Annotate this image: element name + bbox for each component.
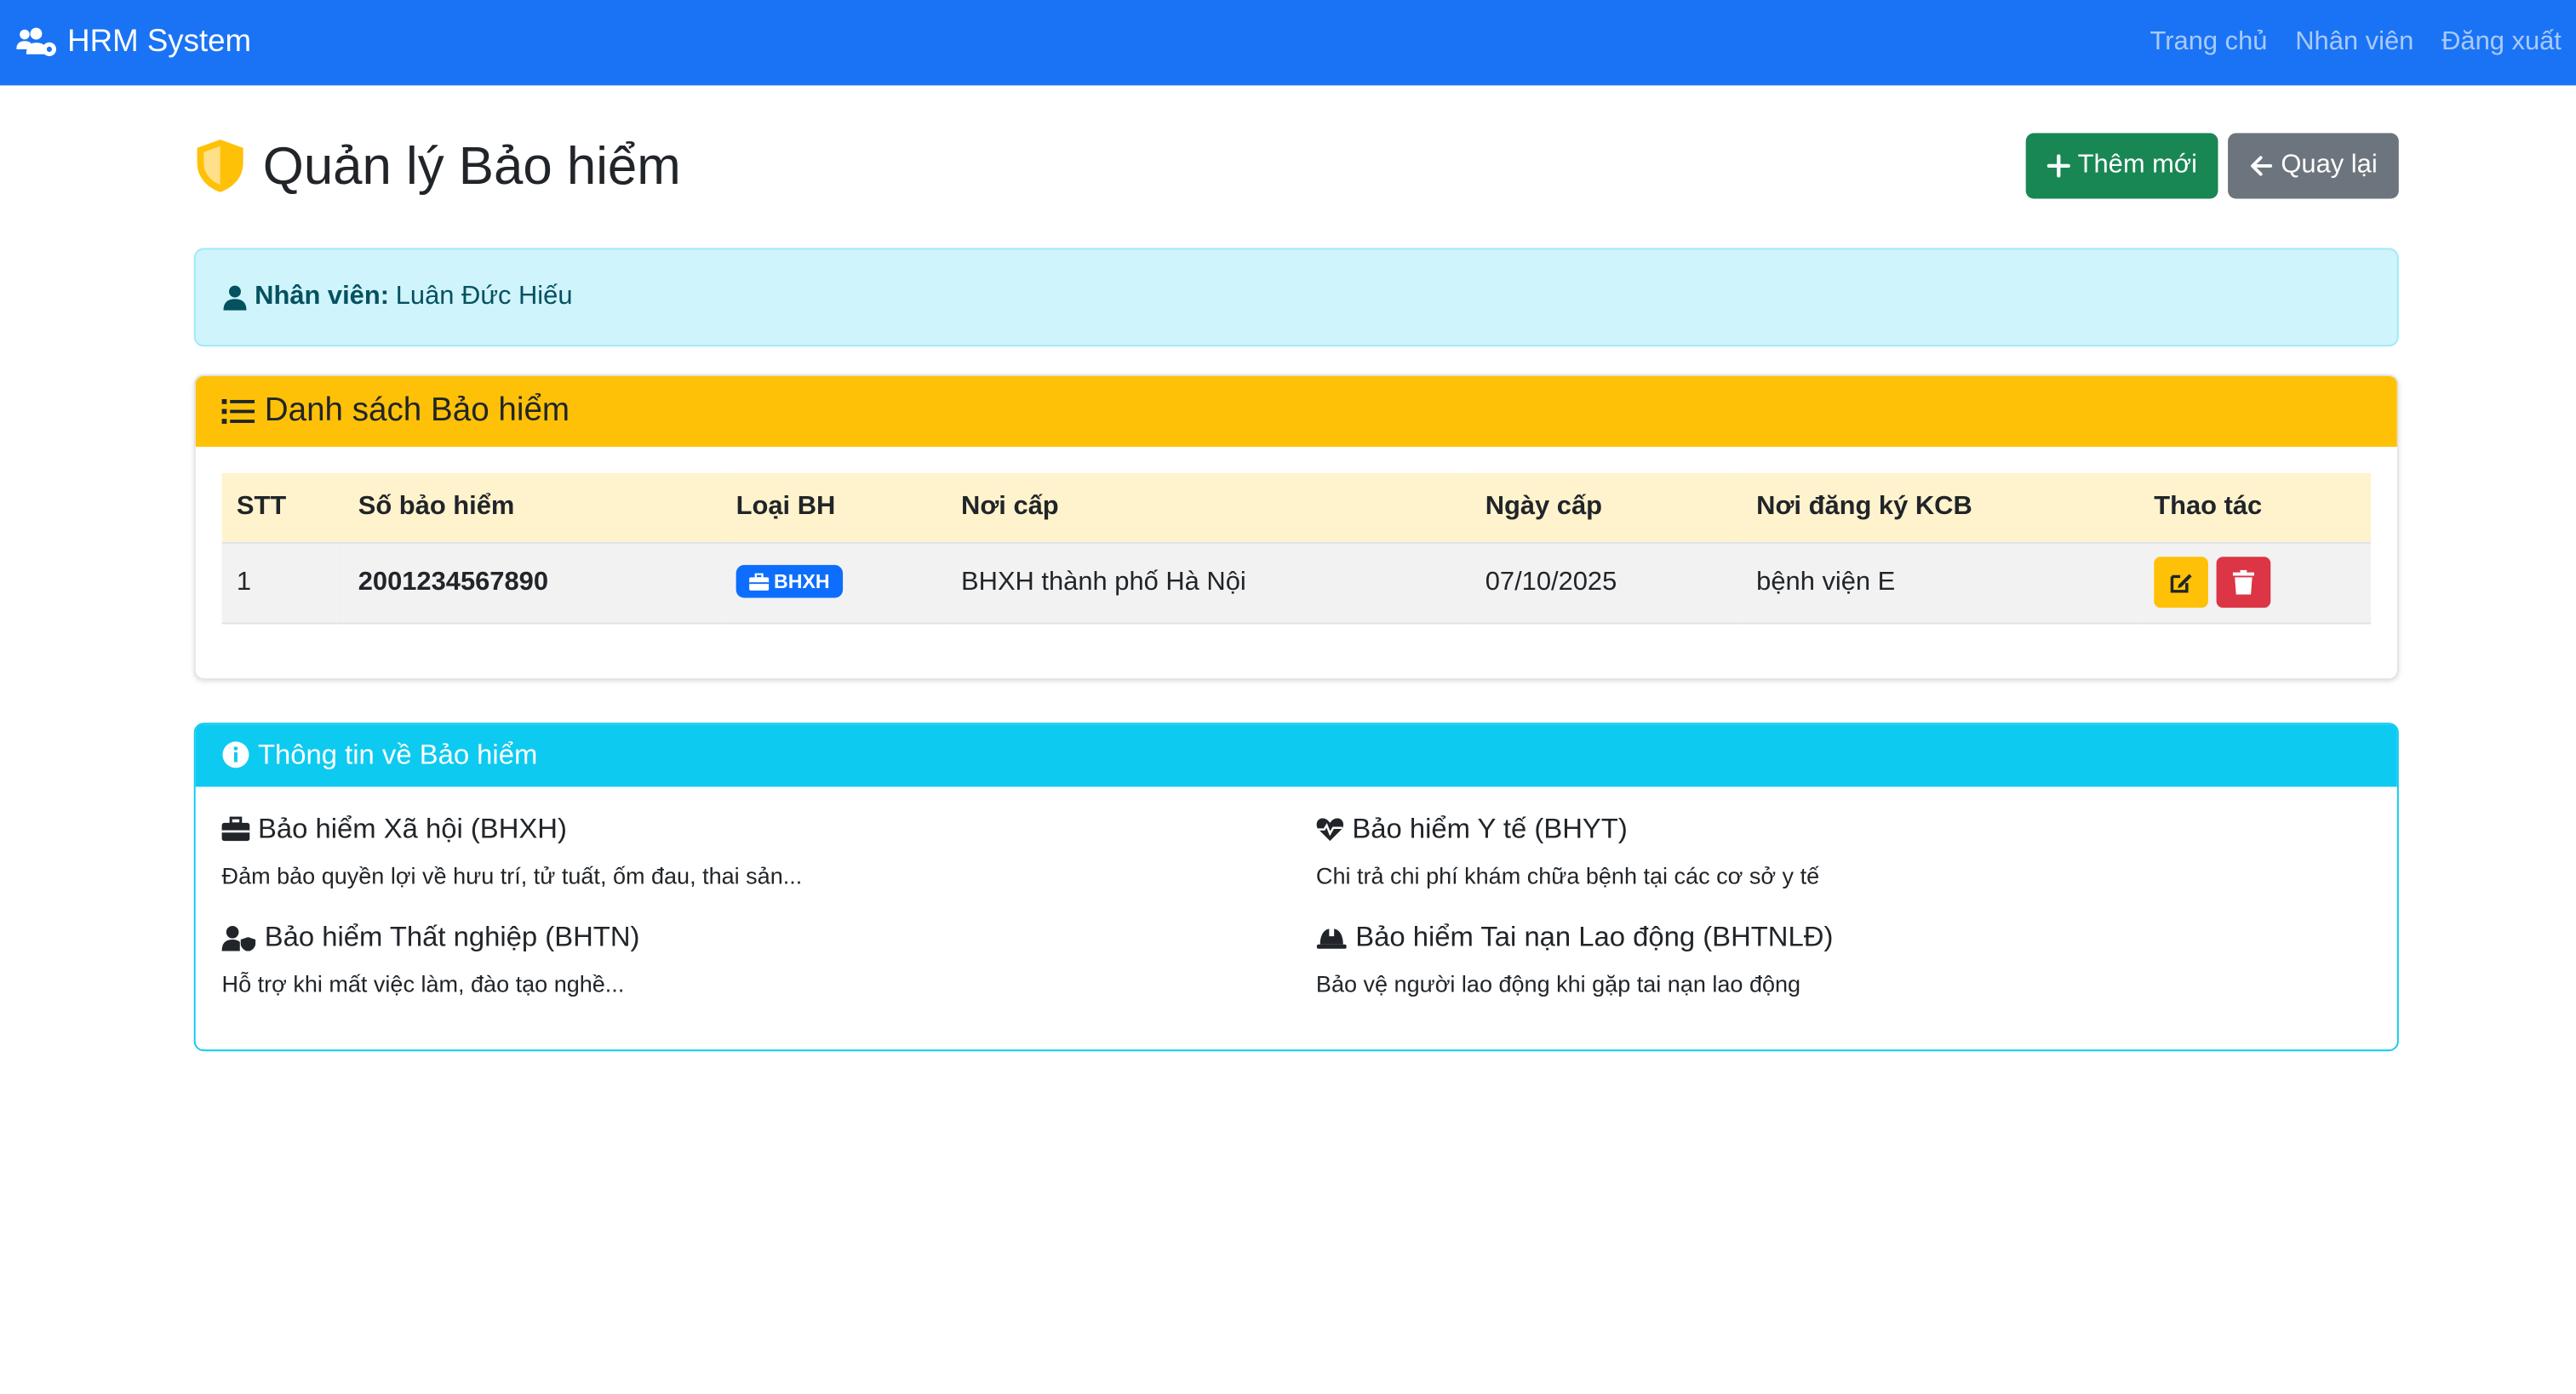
brand-text: HRM System — [67, 24, 252, 60]
page-title: Quản lý Bảo hiểm — [262, 135, 681, 195]
delete-button[interactable] — [2217, 557, 2272, 608]
users-cog-icon — [16, 27, 57, 57]
user-shield-icon — [221, 924, 256, 951]
add-new-label: Thêm mới — [2077, 151, 2197, 180]
col-stt: STT — [236, 492, 287, 521]
info-bhyt-desc: Chi trả chi phí khám chữa bệnh tại các c… — [1315, 861, 1820, 888]
info-bhtnld: Bảo hiểm Tai nạn Lao động (BHTNLĐ) Bảo v… — [1316, 921, 2371, 1029]
cell-stt: 1 — [236, 567, 252, 596]
add-new-button[interactable]: Thêm mới — [2024, 133, 2219, 199]
col-actions: Thao tác — [2154, 492, 2263, 521]
arrow-left-icon — [2251, 156, 2273, 176]
plus-icon — [2046, 154, 2069, 178]
info-circle-icon — [222, 741, 249, 768]
navbar: HRM System Trang chủ Nhân viên Đăng xuất — [0, 0, 2576, 86]
info-bhtn-desc: Hỗ trợ khi mất việc làm, đào tạo nghề... — [221, 969, 625, 997]
main-container: Quản lý Bảo hiểm Thêm mới Quay lại Nhân … — [193, 85, 2399, 1051]
hard-hat-icon — [1316, 928, 1347, 948]
employee-name: Luân Đức Hiếu — [395, 282, 573, 311]
insurance-list-header: Danh sách Bảo hiểm — [195, 375, 2397, 447]
page-title-wrap: Quản lý Bảo hiểm — [194, 135, 681, 196]
insurance-info-card: Thông tin về Bảo hiểm Bảo hiểm Xã hội (B… — [193, 722, 2399, 1051]
col-issued-by: Nơi cấp — [961, 492, 1059, 521]
shield-icon — [197, 140, 243, 192]
cell-kcb: bệnh viện E — [1756, 567, 1896, 596]
table-header-row: STT Số bảo hiểm Loại BH Nơi cấp Ngày cấp… — [221, 472, 2371, 542]
brand-link[interactable]: HRM System — [14, 25, 251, 60]
info-bhtnld-desc: Bảo vệ người lao động khi gặp tai nạn la… — [1315, 969, 1801, 997]
col-issued-date: Ngày cấp — [1485, 492, 1603, 521]
employee-label: Nhân viên: — [255, 282, 390, 311]
insurance-info-title: Thông tin về Bảo hiểm — [258, 738, 538, 770]
heartbeat-icon — [1316, 817, 1344, 841]
back-label: Quay lại — [2281, 151, 2378, 180]
col-number: Số bảo hiểm — [358, 492, 515, 521]
cell-issued-by: BHXH thành phố Hà Nội — [961, 567, 1246, 596]
cell-type: BHXH — [721, 542, 946, 623]
back-button[interactable]: Quay lại — [2228, 133, 2399, 199]
insurance-list-card: Danh sách Bảo hiểm STT Số bảo hiểm Loại … — [193, 374, 2399, 680]
info-bhtnld-title: Bảo hiểm Tai nạn Lao động (BHTNLĐ) — [1355, 920, 1834, 952]
insurance-info-header: Thông tin về Bảo hiểm — [195, 723, 2397, 786]
info-bhtn: Bảo hiểm Thất nghiệp (BHTN) Hỗ trợ khi m… — [221, 920, 1277, 1029]
type-badge-label: BHXH — [774, 570, 830, 594]
edit-icon — [2170, 574, 2192, 593]
trash-icon — [2233, 569, 2255, 595]
table-row: 1 2001234567890 BHXH BHXH thành phố Hà N… — [221, 541, 2371, 623]
type-badge: BHXH — [736, 565, 844, 599]
list-icon — [221, 398, 255, 424]
info-bhyt: Bảo hiểm Y tế (BHYT) Chi trả chi phí khá… — [1316, 812, 2371, 920]
edit-button[interactable] — [2154, 557, 2208, 608]
nav-logout[interactable]: Đăng xuất — [2441, 28, 2562, 58]
briefcase-icon — [221, 815, 250, 841]
briefcase-icon — [749, 573, 770, 591]
info-bhtn-title: Bảo hiểm Thất nghiệp (BHTN) — [264, 920, 640, 952]
cell-issued-date: 07/10/2025 — [1485, 567, 1617, 596]
insurance-table: STT Số bảo hiểm Loại BH Nơi cấp Ngày cấp… — [221, 472, 2371, 624]
info-bhxh-desc: Đảm bảo quyền lợi về hưu trí, tử tuất, ố… — [221, 861, 803, 888]
col-kcb: Nơi đăng ký KCB — [1756, 492, 1972, 521]
col-type: Loại BH — [736, 492, 836, 521]
info-bhyt-title: Bảo hiểm Y tế (BHYT) — [1352, 812, 1628, 844]
cell-number: 2001234567890 — [358, 567, 549, 596]
nav-employees[interactable]: Nhân viên — [2295, 28, 2413, 58]
info-bhxh: Bảo hiểm Xã hội (BHXH) Đảm bảo quyền lợi… — [221, 812, 1277, 920]
insurance-list-title: Danh sách Bảo hiểm — [264, 392, 570, 429]
user-icon — [223, 285, 247, 311]
cell-actions — [2139, 542, 2371, 623]
employee-alert: Nhân viên: Luân Đức Hiếu — [193, 248, 2399, 347]
page-header: Quản lý Bảo hiểm Thêm mới Quay lại — [194, 133, 2399, 199]
info-bhxh-title: Bảo hiểm Xã hội (BHXH) — [258, 812, 567, 844]
nav-home[interactable]: Trang chủ — [2150, 28, 2268, 58]
